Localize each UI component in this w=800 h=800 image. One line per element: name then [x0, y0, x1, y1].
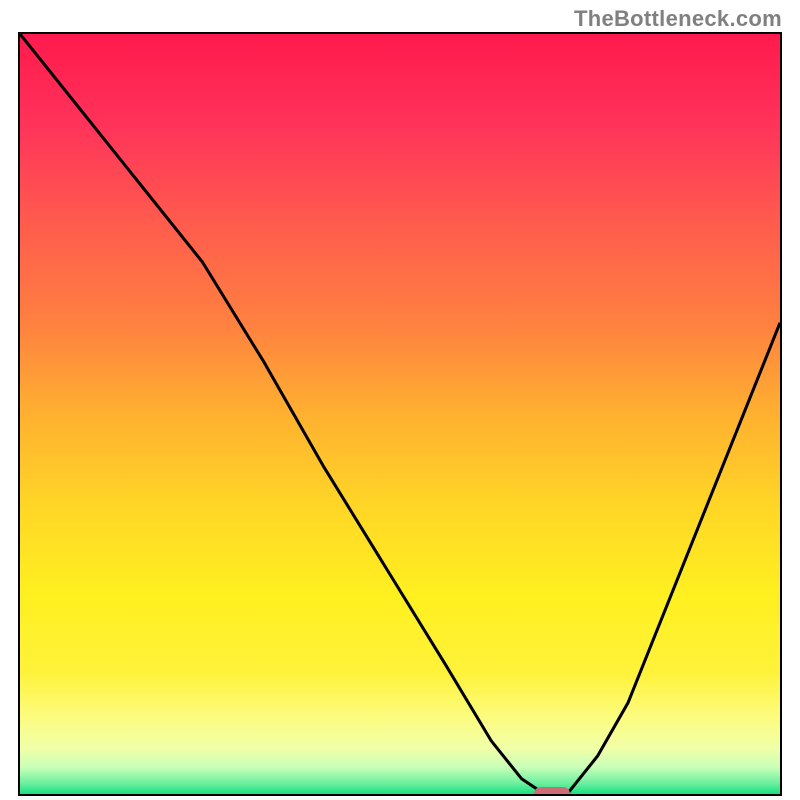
watermark-text: TheBottleneck.com: [574, 6, 782, 32]
chart-frame: [18, 32, 782, 796]
chart-plot-area: [20, 34, 780, 794]
chart-marker: [534, 787, 570, 796]
chart-line: [20, 34, 780, 794]
